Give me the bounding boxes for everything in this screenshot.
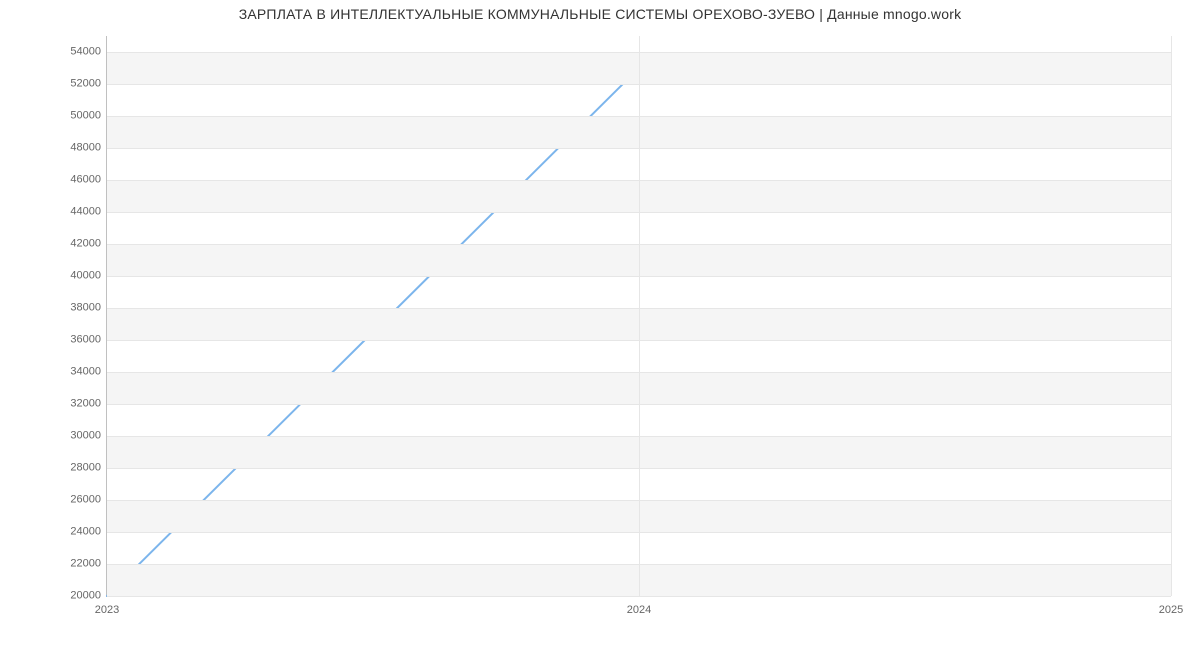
y-tick-label: 24000 bbox=[53, 527, 101, 538]
y-tick-label: 38000 bbox=[53, 303, 101, 314]
y-tick-label: 32000 bbox=[53, 399, 101, 410]
x-tick-label: 2023 bbox=[95, 605, 119, 616]
x-gridline bbox=[639, 36, 640, 596]
y-tick-label: 42000 bbox=[53, 239, 101, 250]
x-gridline bbox=[1171, 36, 1172, 596]
y-tick-label: 36000 bbox=[53, 335, 101, 346]
chart-title: ЗАРПЛАТА В ИНТЕЛЛЕКТУАЛЬНЫЕ КОММУНАЛЬНЫЕ… bbox=[0, 6, 1200, 22]
y-gridline bbox=[107, 596, 1171, 597]
y-tick-label: 54000 bbox=[53, 47, 101, 58]
y-tick-label: 30000 bbox=[53, 431, 101, 442]
y-tick-label: 34000 bbox=[53, 367, 101, 378]
chart-container: ЗАРПЛАТА В ИНТЕЛЛЕКТУАЛЬНЫЕ КОММУНАЛЬНЫЕ… bbox=[0, 0, 1200, 650]
y-tick-label: 28000 bbox=[53, 463, 101, 474]
y-tick-label: 22000 bbox=[53, 559, 101, 570]
y-tick-label: 48000 bbox=[53, 143, 101, 154]
y-tick-label: 26000 bbox=[53, 495, 101, 506]
x-tick-label: 2024 bbox=[627, 605, 651, 616]
y-tick-label: 20000 bbox=[53, 591, 101, 602]
y-tick-label: 52000 bbox=[53, 79, 101, 90]
y-tick-label: 46000 bbox=[53, 175, 101, 186]
y-tick-label: 44000 bbox=[53, 207, 101, 218]
y-tick-label: 40000 bbox=[53, 271, 101, 282]
y-tick-label: 50000 bbox=[53, 111, 101, 122]
plot-area: 2000022000240002600028000300003200034000… bbox=[106, 36, 1171, 597]
x-tick-label: 2025 bbox=[1159, 605, 1183, 616]
